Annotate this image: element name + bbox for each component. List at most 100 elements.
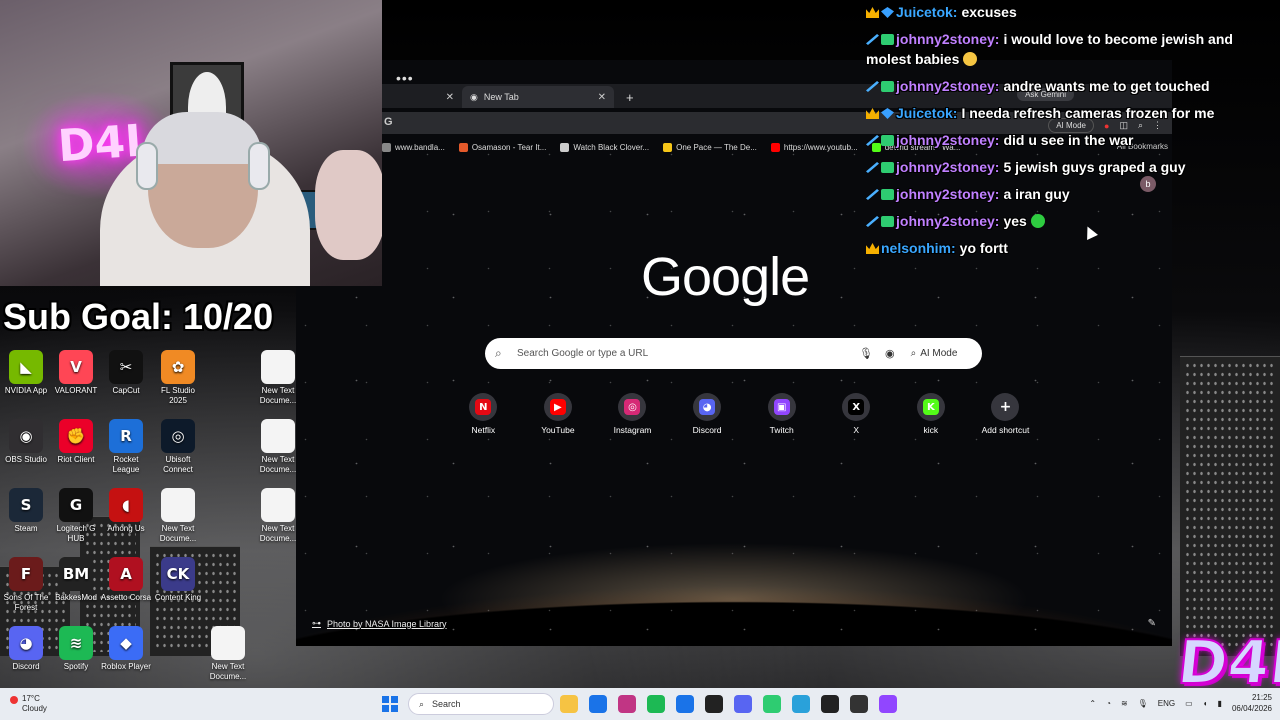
- desktop-icon-label: Sons Of The Forest: [3, 593, 49, 612]
- chevron-up-icon[interactable]: ⌃: [1089, 699, 1096, 708]
- photo-credit-link[interactable]: ⊶ Photo by NASA Image Library: [312, 618, 447, 629]
- chat-text: did u see in the war: [1003, 132, 1134, 148]
- desktop-icon[interactable]: ◖ Among Us: [100, 488, 152, 534]
- bookmark-item[interactable]: Osamason - Tear It...: [458, 142, 547, 152]
- chat-username[interactable]: johnny2stoney:: [896, 78, 999, 94]
- bookmark-label: Osamason - Tear It...: [471, 142, 547, 152]
- app-icon: [211, 626, 245, 660]
- language-indicator[interactable]: ENG: [1158, 699, 1175, 708]
- weather-widget[interactable]: 17°C Cloudy: [10, 694, 47, 714]
- omnibox-text: G: [384, 116, 393, 128]
- bookmark-item[interactable]: One Pace — The De...: [663, 142, 757, 152]
- desktop-icon[interactable]: V VALORANT: [50, 350, 102, 396]
- app-icon: ◖: [109, 488, 143, 522]
- desktop-icon[interactable]: New Text Docume...: [202, 626, 254, 682]
- shortcut-label: Instagram: [613, 425, 652, 435]
- shortcut-tile[interactable]: ▣ Twitch: [744, 393, 819, 435]
- battery-icon[interactable]: ▮: [1218, 699, 1222, 708]
- emote-icon: [1030, 214, 1045, 228]
- lens-icon[interactable]: ◉: [885, 347, 895, 360]
- taskbar-app-icon[interactable]: [763, 695, 781, 713]
- shortcut-circle: ▣: [767, 393, 796, 421]
- microphone-icon[interactable]: 🎙︎: [859, 347, 873, 360]
- search-input[interactable]: [517, 348, 847, 359]
- shortcut-logo-icon: ▣: [773, 399, 790, 415]
- clock[interactable]: 21:25 06/04/2026: [1232, 692, 1272, 714]
- shortcut-tile[interactable]: + Add shortcut: [968, 393, 1043, 435]
- desktop-icon-label: Ubisoft Connect: [163, 455, 193, 474]
- desktop-icon[interactable]: F Sons Of The Forest: [0, 557, 52, 613]
- app-icon: CK: [161, 557, 195, 591]
- desktop-icon[interactable]: BM BakkesMod: [50, 557, 102, 603]
- taskbar-app-icon[interactable]: [618, 695, 636, 713]
- close-tab-icon[interactable]: ✕: [446, 92, 454, 103]
- webcam-feed: D4L: [0, 0, 382, 286]
- shortcut-tile[interactable]: ◎ Instagram: [595, 393, 670, 435]
- bookmark-item[interactable]: https://www.youtub...: [770, 142, 858, 152]
- new-tab-plus-icon[interactable]: +: [618, 86, 642, 108]
- network-icon[interactable]: ◔: [1106, 699, 1111, 708]
- taskbar-app-icon[interactable]: [879, 695, 897, 713]
- desktop-icon[interactable]: ◕ Discord: [0, 626, 52, 672]
- shortcut-tile[interactable]: XX: [819, 393, 894, 435]
- wifi-icon[interactable]: ≋: [1121, 699, 1128, 708]
- search-box[interactable]: ⌕ 🎙︎ ◉ ⌕ AI Mode: [485, 338, 982, 369]
- desktop-icon[interactable]: ✂ CapCut: [100, 350, 152, 396]
- taskbar-app-icon[interactable]: [560, 695, 578, 713]
- stream-screen: ◣ NVIDIA App V VALORANT ✂ CapCut ✿ FL Studio 20…: [0, 0, 1280, 720]
- app-icon: ✿: [161, 350, 195, 384]
- chat-username[interactable]: johnny2stoney:: [896, 159, 999, 175]
- shortcut-logo-icon: K: [922, 399, 939, 415]
- taskbar-app-icon[interactable]: [647, 695, 665, 713]
- chat-username[interactable]: Juicetok:: [896, 4, 957, 20]
- display-icon[interactable]: ▭: [1185, 699, 1193, 708]
- chat-username[interactable]: nelsonhim:: [881, 240, 956, 256]
- desktop-icon[interactable]: ≋ Spotify: [50, 626, 102, 672]
- desktop-icon[interactable]: ◆ Roblox Player: [100, 626, 152, 672]
- taskbar-app-icon[interactable]: [821, 695, 839, 713]
- taskbar-app-icon[interactable]: [850, 695, 868, 713]
- chat-username[interactable]: johnny2stoney:: [896, 132, 999, 148]
- tab-previous[interactable]: ✕: [382, 86, 462, 108]
- desktop-icon[interactable]: ✊ Riot Client: [50, 419, 102, 465]
- chat-username[interactable]: johnny2stoney:: [896, 213, 999, 229]
- tab-new-tab[interactable]: ◉ New Tab ✕: [462, 86, 614, 108]
- chat-text: 5 jewish guys graped a guy: [1003, 159, 1186, 175]
- desktop-icon[interactable]: ✿ FL Studio 2025: [152, 350, 204, 406]
- shortcut-tile[interactable]: N Netflix: [446, 393, 521, 435]
- chat-username[interactable]: johnny2stoney:: [896, 186, 999, 202]
- desktop-icon[interactable]: New Text Docume...: [152, 488, 204, 544]
- chat-username[interactable]: Juicetok:: [896, 105, 957, 121]
- desktop-icon[interactable]: G Logitech G HUB: [50, 488, 102, 544]
- taskbar-app-icon[interactable]: [589, 695, 607, 713]
- shortcut-tile[interactable]: ◕ Discord: [670, 393, 745, 435]
- taskbar-app-icon[interactable]: [734, 695, 752, 713]
- taskbar-app-icon[interactable]: [705, 695, 723, 713]
- customize-pencil-icon[interactable]: ✎: [1148, 618, 1156, 629]
- start-button-icon[interactable]: [382, 696, 398, 712]
- microphone-icon[interactable]: 🎙︎: [1138, 699, 1148, 708]
- shortcut-tile[interactable]: ▶ YouTube: [521, 393, 596, 435]
- chat-username[interactable]: johnny2stoney:: [896, 31, 999, 47]
- ai-mode-button[interactable]: ⌕ AI Mode: [911, 348, 958, 359]
- taskbar-app-icon[interactable]: [792, 695, 810, 713]
- bookmark-item[interactable]: Watch Black Clover...: [560, 142, 649, 152]
- desktop-icon[interactable]: R Rocket League: [100, 419, 152, 475]
- taskbar-app-icon[interactable]: [676, 695, 694, 713]
- taskbar-search[interactable]: ⌕ Search: [408, 693, 554, 715]
- close-tab-icon[interactable]: ✕: [598, 92, 606, 103]
- desktop-icon[interactable]: ◉ OBS Studio: [0, 419, 52, 465]
- app-icon: ◉: [9, 419, 43, 453]
- chat-message: nelsonhim: yo fortt: [866, 238, 1280, 258]
- desktop-icon[interactable]: CK Content King: [152, 557, 204, 603]
- desktop-icon[interactable]: ◎ Ubisoft Connect: [152, 419, 204, 475]
- app-icon: [261, 350, 295, 384]
- desktop-icon[interactable]: ◣ NVIDIA App: [0, 350, 52, 396]
- shortcut-tile[interactable]: Kkick: [894, 393, 969, 435]
- desktop-icon[interactable]: S Steam: [0, 488, 52, 534]
- desktop-icon-label: CapCut: [112, 386, 140, 395]
- bookmark-item[interactable]: www.bandla...: [382, 142, 445, 152]
- search-icon: ⌕: [419, 698, 425, 709]
- volume-icon[interactable]: ◖: [1203, 699, 1208, 708]
- desktop-icon[interactable]: A Assetto Corsa: [100, 557, 152, 603]
